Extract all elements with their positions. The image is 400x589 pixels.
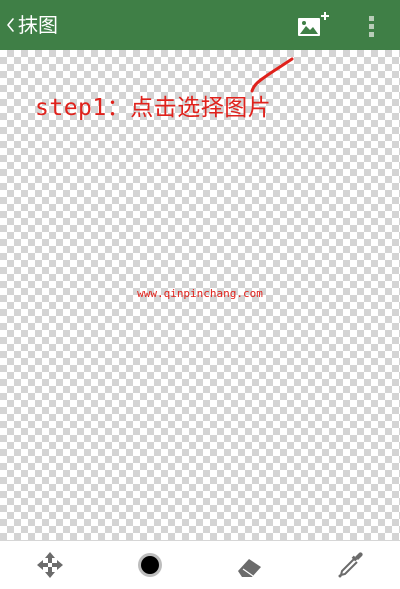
step-annotation: step1：点击选择图片 <box>35 95 272 121</box>
watermark-text: www.qinpinchang.com <box>137 287 263 300</box>
page-title: 抹图 <box>18 13 58 37</box>
color-picker-tool-button[interactable] <box>332 547 368 583</box>
more-vert-icon <box>369 16 374 37</box>
brush-tool-button[interactable] <box>132 547 168 583</box>
eraser-icon <box>238 559 261 577</box>
move-arrows-icon <box>37 552 63 578</box>
add-image-icon <box>298 12 329 36</box>
top-app-bar: 抹图 <box>0 0 400 50</box>
chevron-left-icon <box>7 18 14 32</box>
more-options-button[interactable] <box>357 10 385 42</box>
eraser-tool-button[interactable] <box>232 547 268 583</box>
add-image-button[interactable] <box>292 8 332 44</box>
app-window: 抹图 step1：点击选择图片 www.qinpinchang.com <box>0 0 400 589</box>
back-button[interactable]: 抹图 <box>0 0 58 50</box>
bottom-toolbar <box>0 540 400 589</box>
brush-dot-icon <box>138 553 162 577</box>
move-tool-button[interactable] <box>32 547 68 583</box>
eyedropper-icon <box>338 552 363 578</box>
